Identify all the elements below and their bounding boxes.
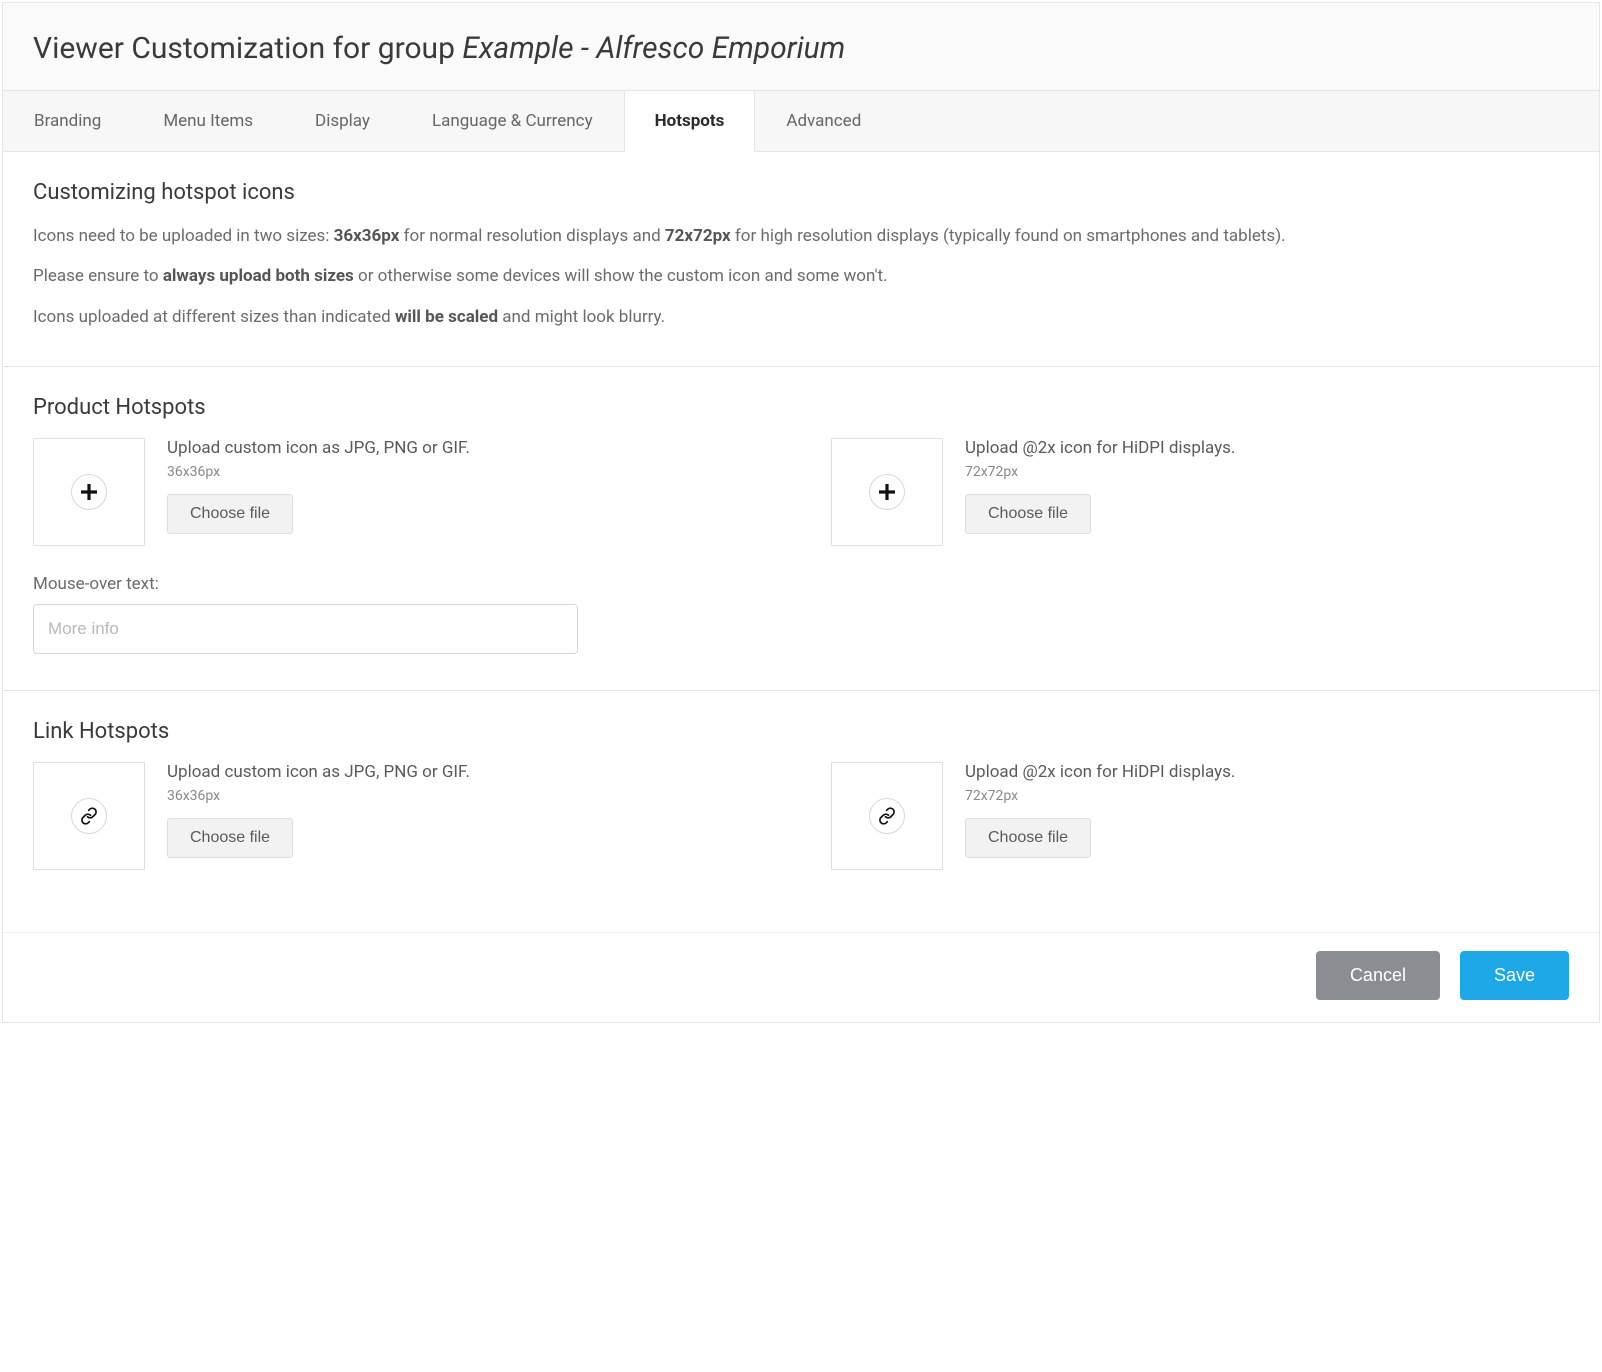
intro-section: Customizing hotspot icons Icons need to … xyxy=(3,152,1599,367)
product-preview-hidpi xyxy=(831,438,943,546)
product-hotspots-section: Product Hotspots Upload custom icon as J… xyxy=(3,367,1599,691)
link-hidpi-meta: Upload @2x icon for HiDPI displays. 72x7… xyxy=(965,762,1235,858)
link-normal-meta: Upload custom icon as JPG, PNG or GIF. 3… xyxy=(167,762,470,858)
product-hidpi-choose-button[interactable]: Choose file xyxy=(965,494,1091,534)
page-title-group: Example - Alfresco Emporium xyxy=(462,31,845,66)
link-hidpi-choose-button[interactable]: Choose file xyxy=(965,818,1091,858)
link-upload-row: Upload custom icon as JPG, PNG or GIF. 3… xyxy=(33,762,1569,870)
link-normal-title: Upload custom icon as JPG, PNG or GIF. xyxy=(167,762,470,782)
tab-display[interactable]: Display xyxy=(284,91,401,151)
link-normal-choose-button[interactable]: Choose file xyxy=(167,818,293,858)
product-hidpi-size: 72x72px xyxy=(965,464,1235,480)
product-normal-title: Upload custom icon as JPG, PNG or GIF. xyxy=(167,438,470,458)
link-upload-normal: Upload custom icon as JPG, PNG or GIF. 3… xyxy=(33,762,771,870)
product-preview-normal xyxy=(33,438,145,546)
viewer-customization-panel: Viewer Customization for group Example -… xyxy=(2,2,1600,1023)
cancel-button[interactable]: Cancel xyxy=(1316,951,1440,1000)
mouseover-label: Mouse-over text: xyxy=(33,574,1569,594)
link-hotspots-section: Link Hotspots Upload custom icon as JPG,… xyxy=(3,691,1599,932)
product-normal-meta: Upload custom icon as JPG, PNG or GIF. 3… xyxy=(167,438,470,534)
content-scroll: Customizing hotspot icons Icons need to … xyxy=(3,152,1599,932)
tab-branding[interactable]: Branding xyxy=(3,91,132,151)
product-hidpi-title: Upload @2x icon for HiDPI displays. xyxy=(965,438,1235,458)
tab-bar: Branding Menu Items Display Language & C… xyxy=(3,91,1599,152)
page-title-prefix: Viewer Customization for group xyxy=(33,31,462,66)
link-hotspots-heading: Link Hotspots xyxy=(33,719,1569,744)
product-upload-normal: Upload custom icon as JPG, PNG or GIF. 3… xyxy=(33,438,771,546)
intro-paragraph-2: Please ensure to always upload both size… xyxy=(33,263,1569,289)
tab-advanced[interactable]: Advanced xyxy=(755,91,892,151)
save-button[interactable]: Save xyxy=(1460,951,1569,1000)
intro-paragraph-1: Icons need to be uploaded in two sizes: … xyxy=(33,223,1569,249)
tab-hotspots[interactable]: Hotspots xyxy=(624,91,756,152)
link-normal-size: 36x36px xyxy=(167,788,470,804)
intro-paragraph-3: Icons uploaded at different sizes than i… xyxy=(33,304,1569,330)
link-icon xyxy=(71,798,107,834)
link-preview-normal xyxy=(33,762,145,870)
mouseover-input[interactable] xyxy=(33,604,578,654)
link-hidpi-title: Upload @2x icon for HiDPI displays. xyxy=(965,762,1235,782)
product-normal-size: 36x36px xyxy=(167,464,470,480)
link-upload-hidpi: Upload @2x icon for HiDPI displays. 72x7… xyxy=(831,762,1569,870)
product-hidpi-meta: Upload @2x icon for HiDPI displays. 72x7… xyxy=(965,438,1235,534)
product-upload-hidpi: Upload @2x icon for HiDPI displays. 72x7… xyxy=(831,438,1569,546)
tab-language-currency[interactable]: Language & Currency xyxy=(401,91,624,151)
page-title: Viewer Customization for group Example -… xyxy=(33,31,1569,66)
footer-actions: Cancel Save xyxy=(3,932,1599,1022)
panel-header: Viewer Customization for group Example -… xyxy=(3,3,1599,91)
intro-heading: Customizing hotspot icons xyxy=(33,180,1569,205)
link-hidpi-size: 72x72px xyxy=(965,788,1235,804)
link-icon xyxy=(869,798,905,834)
tab-menu-items[interactable]: Menu Items xyxy=(132,91,284,151)
product-upload-row: Upload custom icon as JPG, PNG or GIF. 3… xyxy=(33,438,1569,546)
plus-icon xyxy=(869,474,905,510)
product-normal-choose-button[interactable]: Choose file xyxy=(167,494,293,534)
link-preview-hidpi xyxy=(831,762,943,870)
plus-icon xyxy=(71,474,107,510)
product-hotspots-heading: Product Hotspots xyxy=(33,395,1569,420)
